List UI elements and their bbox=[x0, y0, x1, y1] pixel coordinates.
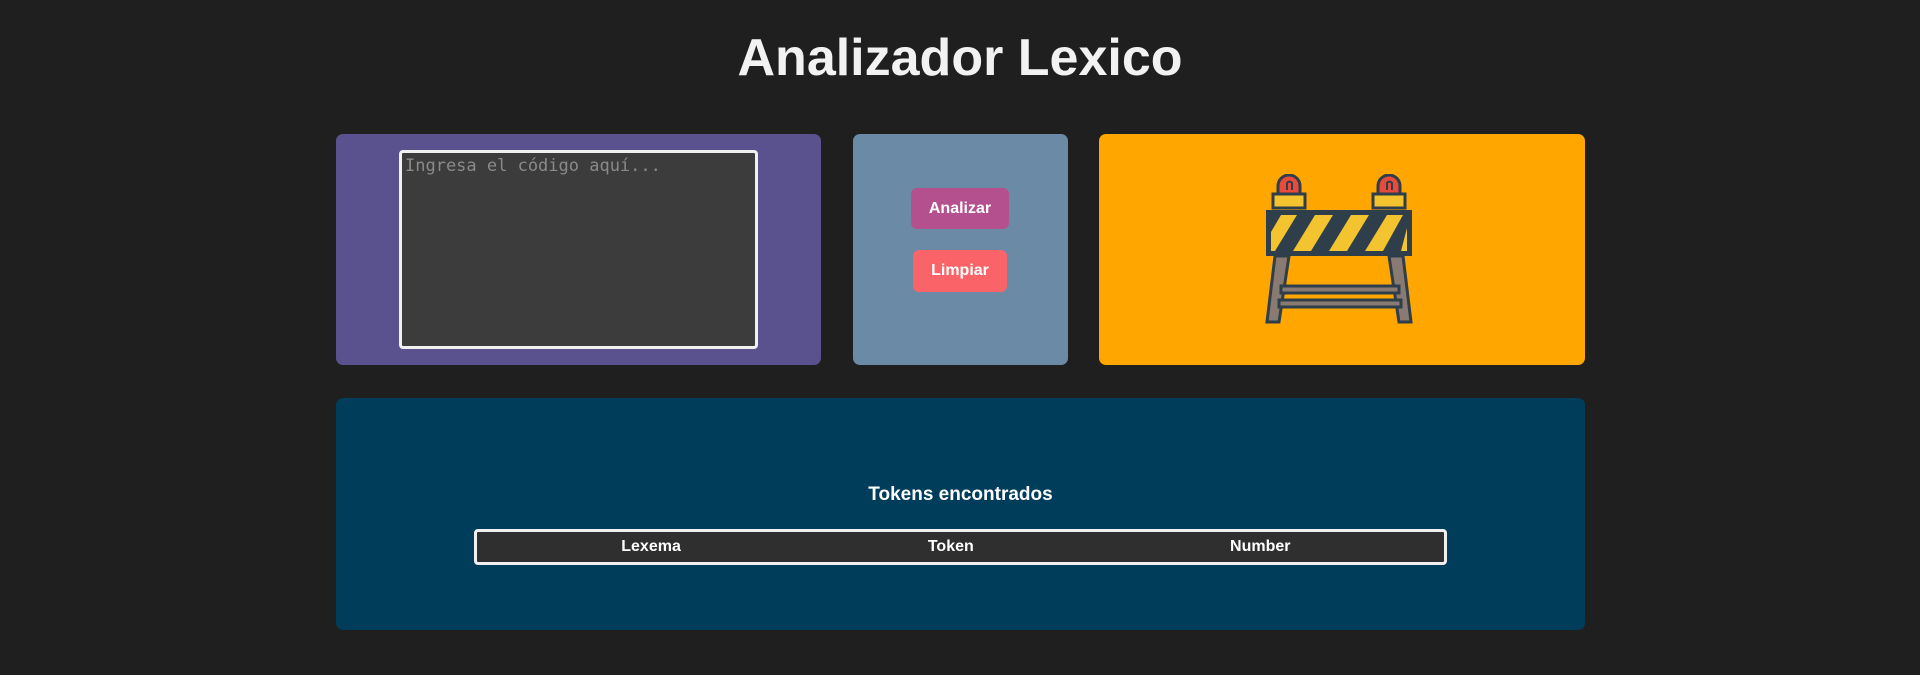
barrier-board bbox=[1266, 210, 1412, 256]
results-panel: Tokens encontrados Lexema Token Number bbox=[336, 398, 1585, 630]
column-header-token: Token bbox=[927, 538, 974, 555]
results-heading: Tokens encontrados bbox=[868, 484, 1053, 505]
warning-light-left bbox=[1271, 174, 1307, 210]
editor-panel bbox=[336, 134, 821, 365]
analyze-button[interactable]: Analizar bbox=[911, 188, 1009, 229]
actions-panel: Analizar Limpiar bbox=[853, 134, 1068, 365]
column-header-number: Number bbox=[1230, 538, 1291, 555]
code-input[interactable] bbox=[399, 150, 758, 349]
column-header-lexema: Lexema bbox=[621, 538, 681, 555]
clear-button[interactable]: Limpiar bbox=[913, 250, 1007, 292]
page-title: Analizador Lexico bbox=[737, 29, 1183, 87]
table-header-row: Lexema Token Number bbox=[477, 532, 1444, 562]
barrier-legs bbox=[1265, 254, 1413, 324]
warning-light-right bbox=[1371, 174, 1407, 210]
illustration-panel bbox=[1099, 134, 1585, 365]
construction-barrier-icon bbox=[1265, 174, 1413, 324]
tokens-table: Lexema Token Number bbox=[474, 529, 1447, 565]
